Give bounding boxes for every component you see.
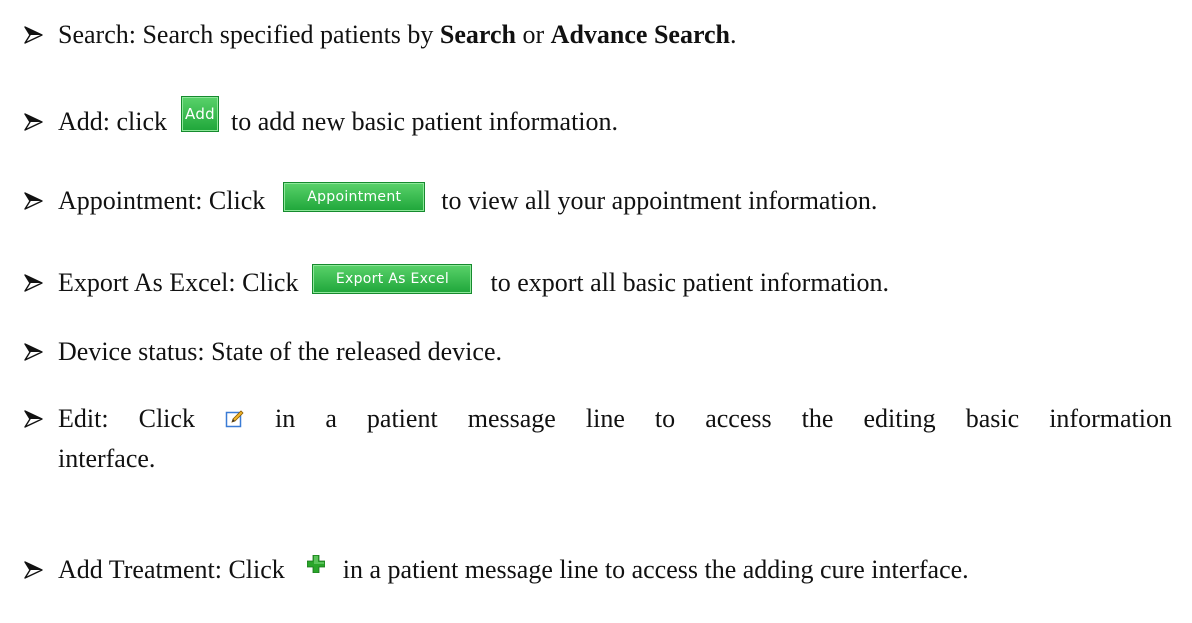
appointment-button[interactable]: Appointment [283, 182, 426, 212]
edit-word: Click [138, 404, 195, 433]
edit-word: basic [965, 404, 1020, 433]
search-suffix: . [730, 20, 737, 49]
advance-search-term: Advance Search [550, 20, 731, 49]
edit-word: access [705, 404, 772, 433]
arrow-bullet-icon [24, 410, 46, 428]
edit-word: the [801, 404, 834, 433]
item-search: Search: Search specified patients by Sea… [24, 20, 1172, 50]
edit-word: information [1049, 404, 1172, 433]
device-status-text: Device status: State of the released dev… [58, 337, 502, 366]
export-before: Export As Excel: Click [58, 268, 299, 297]
edit-word: message [467, 404, 556, 433]
edit-pencil-icon[interactable] [225, 404, 245, 434]
edit-word: line [585, 404, 625, 433]
item-edit: Edit: Click in a patient message line to… [24, 404, 1172, 474]
export-excel-button[interactable]: Export As Excel [312, 264, 473, 294]
edit-line-2: interface. [58, 444, 156, 473]
arrow-bullet-icon [24, 192, 46, 210]
edit-word: a [325, 404, 337, 433]
item-export: Export As Excel: Click Export As Excel t… [24, 264, 1172, 298]
edit-word: editing [863, 404, 936, 433]
add-before: Add: click [58, 107, 168, 136]
arrow-bullet-icon [24, 274, 46, 292]
edit-word: patient [366, 404, 438, 433]
item-add-treatment: Add Treatment: Click in a patient messag… [24, 555, 1172, 585]
add-after: to add new basic patient information. [231, 107, 619, 136]
appointment-after: to view all your appointment information… [441, 186, 878, 215]
search-mid: or [516, 20, 551, 49]
appointment-before: Appointment: Click [58, 186, 266, 215]
edit-word: to [654, 404, 676, 433]
green-plus-icon[interactable] [306, 555, 325, 573]
add-button[interactable]: Add [181, 96, 220, 132]
search-term: Search [439, 20, 516, 49]
search-prefix: Search: Search specified patients by [58, 20, 440, 49]
item-add: Add: click Add to add new basic patient … [24, 96, 1172, 140]
treatment-before: Add Treatment: Click [58, 555, 285, 584]
treatment-after: in a patient message line to access the … [342, 555, 969, 584]
item-appointment: Appointment: Click Appointment to view a… [24, 182, 1172, 216]
arrow-bullet-icon [24, 26, 46, 44]
edit-word: Edit: [58, 404, 109, 433]
edit-line-1: Edit: Click in a patient message line to… [58, 404, 1172, 434]
arrow-bullet-icon [24, 343, 46, 361]
export-after: to export all basic patient information. [490, 268, 890, 297]
help-page: Search: Search specified patients by Sea… [0, 0, 1192, 623]
item-device-status: Device status: State of the released dev… [24, 337, 1172, 367]
arrow-bullet-icon [24, 113, 46, 131]
edit-word: in [275, 404, 296, 433]
arrow-bullet-icon [24, 561, 46, 579]
